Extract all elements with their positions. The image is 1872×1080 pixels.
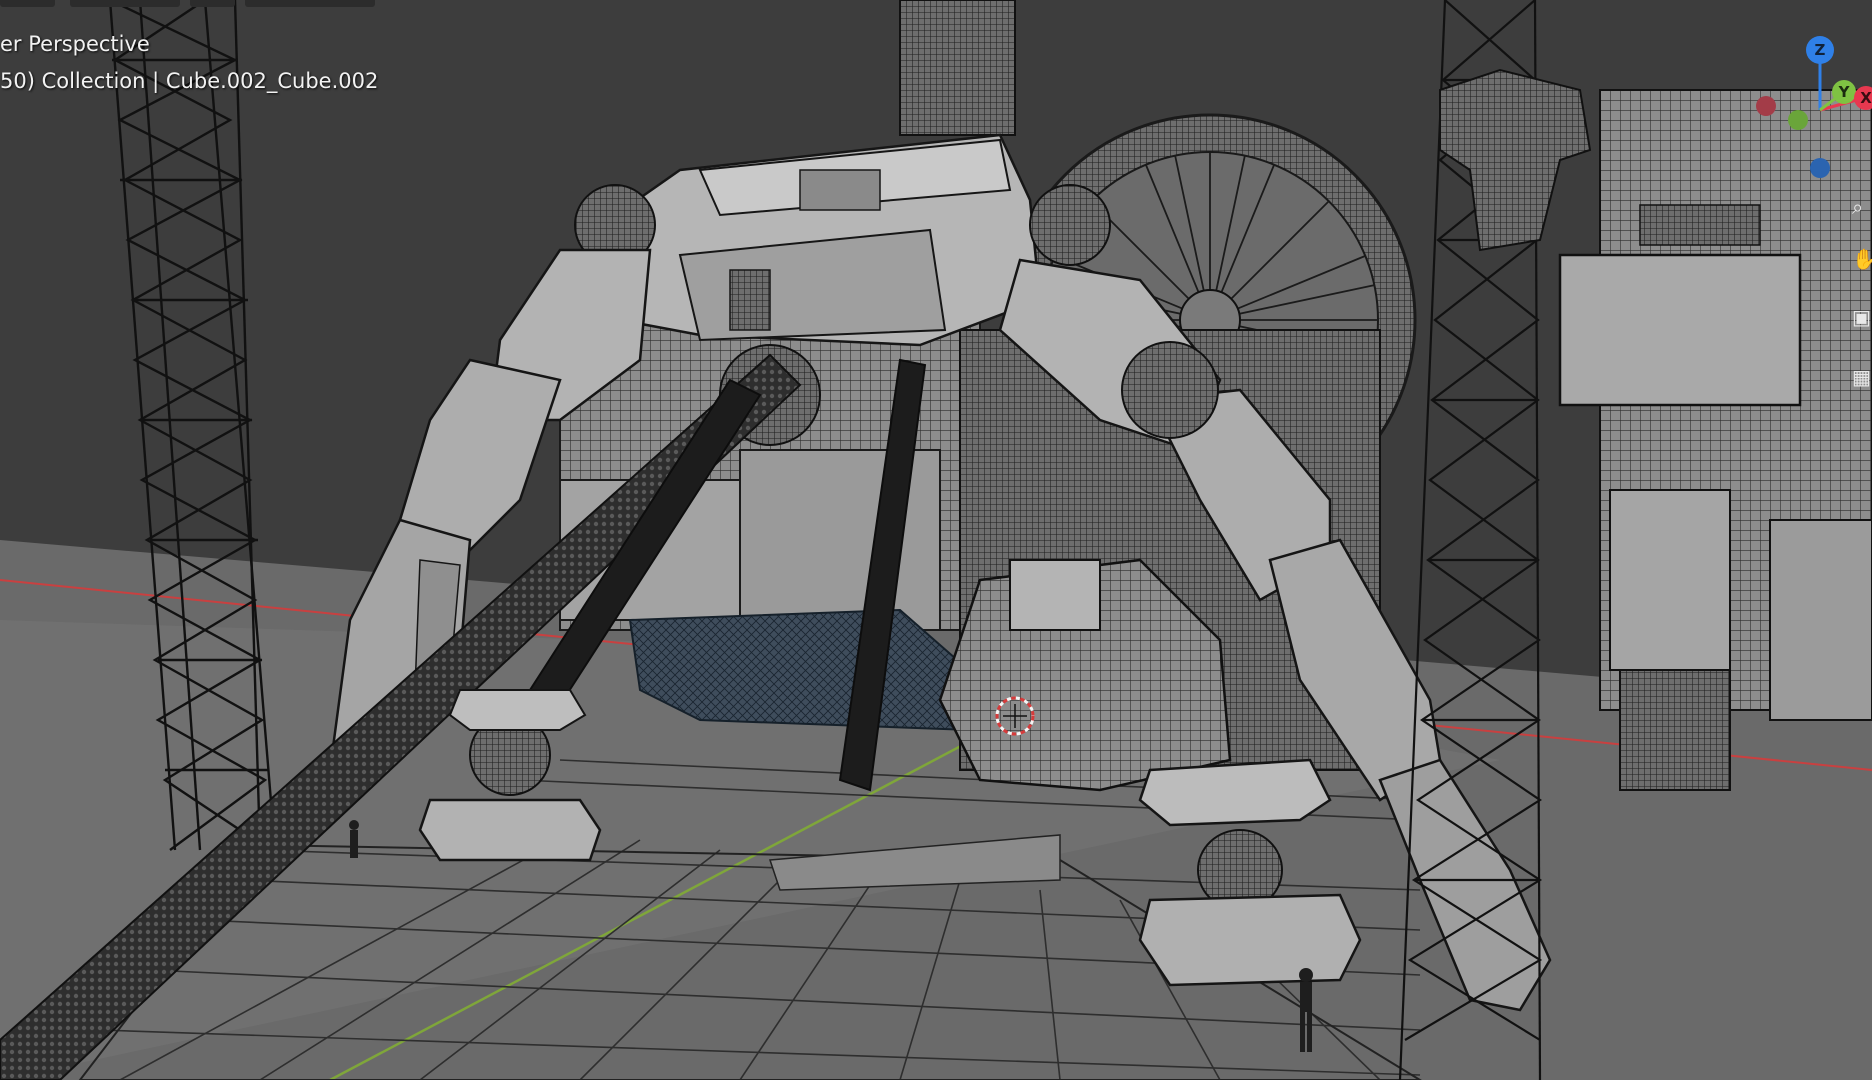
zoom-icon[interactable]: ⌕ bbox=[1852, 190, 1872, 224]
navigation-gizmo[interactable]: Z Y X bbox=[1752, 30, 1872, 190]
header-menu-add[interactable] bbox=[190, 0, 235, 7]
gizmo-neg-y-axis[interactable] bbox=[1788, 110, 1808, 130]
view-name-label: er Perspective bbox=[0, 32, 150, 56]
gizmo-x-label: X bbox=[1860, 89, 1872, 107]
scene-render[interactable] bbox=[0, 0, 1872, 1080]
header-menu-select[interactable] bbox=[70, 0, 180, 7]
collection-info-label: 50) Collection | Cube.002_Cube.002 bbox=[0, 69, 379, 93]
grid-ortho-icon[interactable]: ▦ bbox=[1852, 360, 1872, 394]
buildings-right bbox=[1558, 89, 1872, 791]
viewport-header bbox=[0, 0, 380, 8]
viewport-side-tools: ⌕ ✋ ▣ ▦ bbox=[1852, 190, 1872, 410]
camera-icon[interactable]: ▣ bbox=[1852, 300, 1872, 334]
header-menu-object[interactable] bbox=[245, 0, 375, 7]
hand-pan-icon[interactable]: ✋ bbox=[1852, 242, 1872, 276]
gizmo-neg-x-axis[interactable] bbox=[1756, 96, 1776, 116]
3d-viewport[interactable]: er Perspective 50) Collection | Cube.002… bbox=[0, 0, 1872, 1080]
gizmo-y-label: Y bbox=[1838, 83, 1851, 101]
header-menu-view[interactable] bbox=[0, 0, 55, 7]
gizmo-neg-z-axis[interactable] bbox=[1810, 158, 1830, 178]
gizmo-z-label: Z bbox=[1815, 41, 1826, 59]
top-antenna-mesh bbox=[899, 0, 1016, 136]
